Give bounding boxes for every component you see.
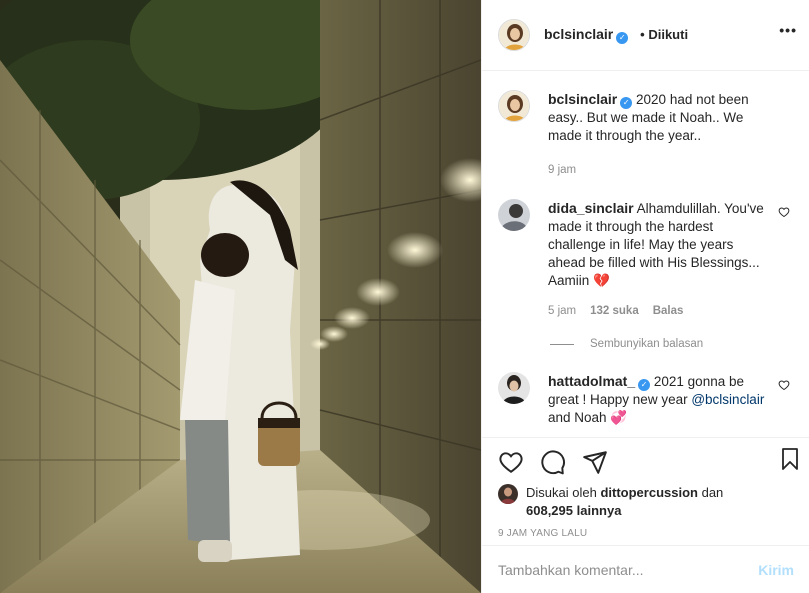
header-text: bclsinclair ✓ • Diikuti: [544, 26, 688, 44]
comment-like-icon[interactable]: [778, 378, 790, 394]
photo-illustration: [0, 0, 481, 593]
instagram-post-modal: bclsinclair ✓ • Diikuti ••• bclsinclair ✓: [0, 0, 809, 593]
comment-item: dida_sinclair Alhamdulillah. You've made…: [498, 199, 794, 320]
caption-username[interactable]: bclsinclair: [548, 91, 617, 107]
comment-icon[interactable]: [540, 449, 566, 475]
comment-input[interactable]: [498, 561, 759, 578]
caption-meta: 9 jam: [548, 161, 770, 179]
comment-emoji: 💔: [593, 273, 610, 288]
comment-body: dida_sinclair Alhamdulillah. You've made…: [548, 199, 770, 320]
likes-and: dan: [701, 485, 724, 500]
heart-icon[interactable]: [498, 449, 524, 475]
comment-emoji: 💞: [610, 410, 628, 425]
comment-body: hattadolmat_ ✓ 2021 gonna be great ! Happ…: [548, 372, 770, 427]
post-actions: Disukai oleh dittopercussion dan 608,295…: [482, 437, 809, 539]
commenter-avatar[interactable]: [498, 199, 530, 231]
author-avatar[interactable]: [498, 19, 530, 51]
likes-suffix[interactable]: lainnya: [577, 503, 622, 518]
comments-list[interactable]: bclsinclair ✓ 2020 had not been easy.. Bu…: [482, 72, 809, 437]
commenter-avatar[interactable]: [498, 372, 530, 404]
likes-summary: Disukai oleh dittopercussion dan 608,295…: [498, 484, 794, 520]
post-comment-button[interactable]: Kirim: [758, 562, 794, 578]
share-icon[interactable]: [582, 449, 608, 475]
reply-button[interactable]: Balas: [653, 302, 684, 320]
verified-badge-icon: ✓: [616, 32, 629, 44]
action-icons: [498, 444, 798, 480]
post-timestamp[interactable]: 9 JAM YANG LALU: [498, 528, 794, 539]
comment-composer: Kirim: [482, 545, 809, 593]
caption-avatar[interactable]: [498, 90, 530, 122]
replies-divider: [550, 343, 574, 345]
verified-badge-icon: ✓: [638, 379, 651, 391]
post-sidebar: bclsinclair ✓ • Diikuti ••• bclsinclair ✓: [481, 0, 809, 593]
likes-count[interactable]: 608,295: [526, 503, 573, 518]
comment-username[interactable]: hattadolmat_: [548, 373, 635, 389]
follow-status[interactable]: • Diikuti: [640, 27, 688, 42]
comment-text-end: and Noah: [548, 410, 607, 425]
post-header: bclsinclair ✓ • Diikuti •••: [482, 0, 809, 71]
comment-like-icon[interactable]: [778, 205, 790, 221]
hide-replies-label[interactable]: Sembunyikan balasan: [590, 338, 703, 350]
likes-prefix: Disukai oleh: [526, 485, 597, 500]
liker-avatar[interactable]: [498, 484, 518, 504]
caption-body: bclsinclair ✓ 2020 had not been easy.. Bu…: [548, 90, 770, 179]
comment-time[interactable]: 5 jam: [548, 302, 576, 320]
post-photo[interactable]: [0, 0, 481, 593]
hide-replies-toggle[interactable]: Sembunyikan balasan: [550, 338, 794, 350]
follow-status-label[interactable]: Diikuti: [648, 27, 688, 42]
liker-username[interactable]: dittopercussion: [600, 485, 698, 500]
likes-text: Disukai oleh dittopercussion dan 608,295…: [526, 484, 723, 520]
more-options-button[interactable]: •••: [779, 23, 797, 37]
dot-separator: •: [640, 27, 645, 42]
author-username[interactable]: bclsinclair: [544, 26, 613, 42]
bookmark-icon[interactable]: [778, 446, 802, 475]
comment-item: hattadolmat_ ✓ 2021 gonna be great ! Happ…: [498, 372, 794, 427]
comment-meta: 5 jam 132 suka Balas: [548, 302, 770, 320]
verified-badge-icon: ✓: [620, 97, 633, 109]
caption-time[interactable]: 9 jam: [548, 161, 576, 179]
comment-username[interactable]: dida_sinclair: [548, 200, 634, 216]
mention-link[interactable]: @bclsinclair: [691, 392, 764, 407]
comment-likes[interactable]: 132 suka: [590, 302, 639, 320]
caption: bclsinclair ✓ 2020 had not been easy.. Bu…: [498, 90, 794, 179]
